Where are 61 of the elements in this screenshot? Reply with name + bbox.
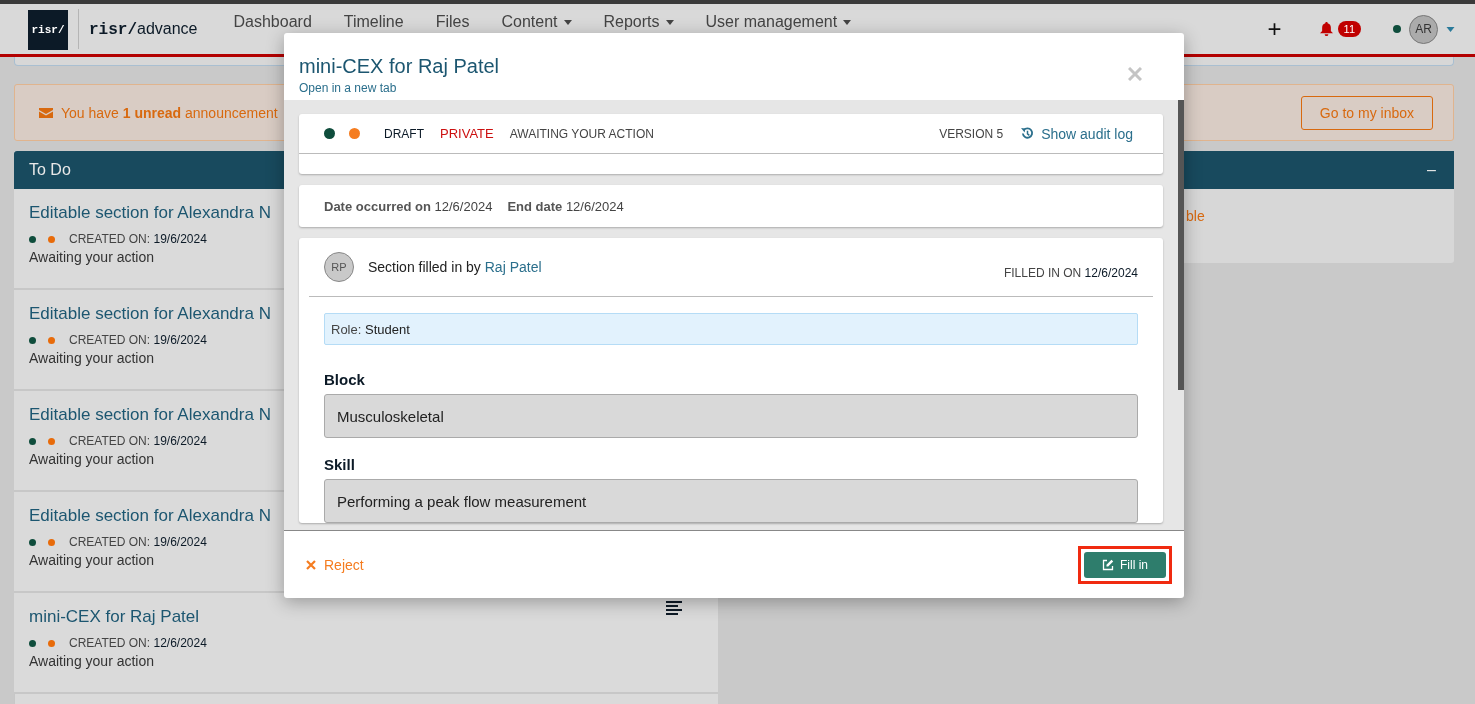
date-text: End date 12/6/2024 (507, 198, 624, 214)
filled-date: FILLED IN ON 12/6/2024 (1003, 266, 1138, 280)
created-date: CREATED ON: 19/6/2024 (69, 434, 207, 448)
add-button[interactable]: + (1267, 15, 1282, 43)
nav-link[interactable]: Timeline (343, 13, 404, 31)
field-label: Block (324, 371, 366, 388)
field-label: Skill (324, 456, 356, 473)
input-field[interactable]: Musculoskeletal (324, 394, 1138, 438)
todo-link[interactable]: Editable section for Alexandra N (29, 506, 271, 526)
created-date: CREATED ON: 19/6/2024 (69, 232, 207, 246)
todo-status: Awaiting your action (29, 653, 155, 669)
todo-link[interactable]: mini-CEX for Raj Patel (29, 607, 200, 627)
date-text: Date occurred on 12/6/2024 (324, 198, 493, 214)
fill-in-button[interactable]: Fill in (1084, 551, 1166, 578)
nav-link[interactable]: Reports (603, 13, 674, 31)
open-tab-link[interactable]: Open in a new tab (299, 81, 397, 95)
bell-icon[interactable] (1319, 21, 1333, 37)
close-icon[interactable] (1128, 67, 1142, 81)
todo-status: Awaiting your action (29, 451, 155, 467)
created-date: CREATED ON: 19/6/2024 (69, 333, 207, 347)
collapse-button[interactable]: – (1427, 161, 1436, 179)
list-icon[interactable] (666, 601, 682, 615)
caret-icon[interactable] (1446, 26, 1455, 32)
edit-icon (1102, 558, 1114, 571)
created-date: CREATED ON: 19/6/2024 (69, 535, 207, 549)
status-label: DRAFT (384, 126, 424, 141)
audit-log-link[interactable]: Show audit log (1021, 125, 1133, 142)
modal-title: mini-CEX for Raj Patel (299, 55, 500, 78)
caret-icon (843, 19, 852, 25)
todo-link[interactable]: Editable section for Alexandra N (29, 304, 271, 324)
todo-status: Awaiting your action (29, 350, 155, 366)
close-icon (306, 559, 316, 570)
announcement-text: You have 1 unread announcement (61, 104, 278, 121)
filled-by-text: Section filled in by Raj Patel (368, 259, 542, 275)
panel-title: To Do (29, 161, 71, 179)
input-field[interactable]: Performing a peak flow measurement (324, 479, 1138, 523)
todo-status: Awaiting your action (29, 249, 155, 265)
logo-icon[interactable]: risr/ (28, 10, 68, 50)
todo-link[interactable]: Editable section for Alexandra N (29, 203, 271, 223)
caret-icon (665, 19, 674, 25)
nav-link[interactable]: Dashboard (233, 13, 312, 31)
notification-count: 11 (1337, 21, 1361, 37)
author-link[interactable]: Raj Patel (484, 259, 542, 275)
nav-link[interactable]: User management (705, 13, 852, 31)
user-avatar[interactable]: AR (1409, 14, 1438, 44)
scrollbar-thumb[interactable] (1178, 100, 1184, 390)
caret-icon (563, 19, 572, 25)
user-avatar: RP (324, 252, 354, 282)
nav-link[interactable]: Files (435, 13, 470, 31)
todo-status: Awaiting your action (29, 552, 155, 568)
status-label: PRIVATE (440, 126, 494, 141)
status-label: AWAITING YOUR ACTION (509, 126, 654, 141)
brand-name[interactable]: risr/advance (89, 19, 198, 39)
version-label: VERSION 5 (939, 126, 1004, 141)
created-date: CREATED ON: 12/6/2024 (69, 636, 207, 650)
history-icon (1021, 127, 1035, 140)
envelope-icon (39, 107, 53, 118)
role-text: Role: Student (331, 321, 410, 337)
todo-link[interactable]: Editable section for Alexandra N (29, 405, 271, 425)
status-dot (1393, 25, 1401, 33)
nav-link[interactable]: Content (501, 13, 572, 31)
